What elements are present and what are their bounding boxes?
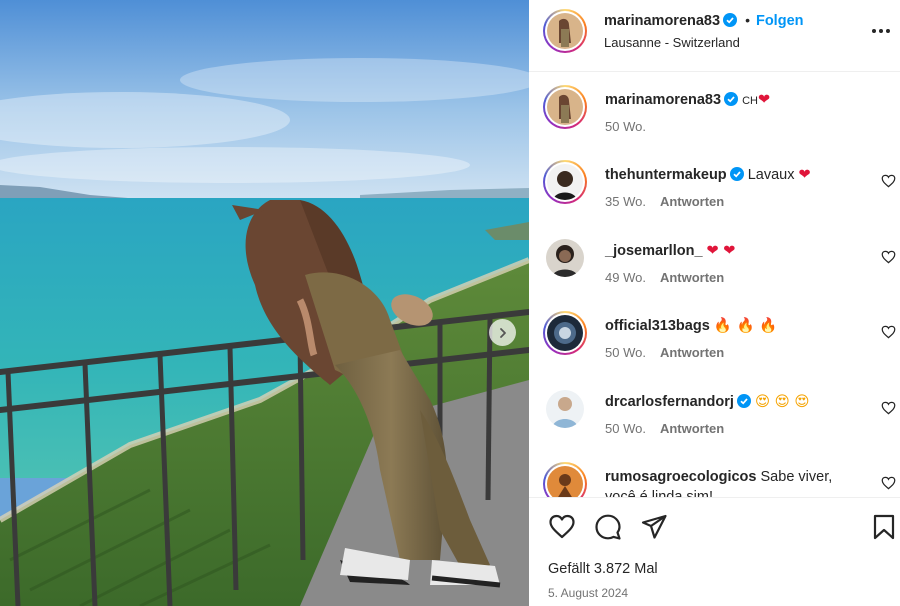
avatar[interactable] [543,311,587,355]
comment-time[interactable]: 49 Wo. [605,270,646,285]
follow-button[interactable]: Folgen [756,13,804,29]
post-photo[interactable] [0,0,529,606]
author-username[interactable]: marinamorena83 [604,13,720,29]
avatar[interactable] [546,239,584,277]
post-location[interactable]: Lausanne - Switzerland [604,35,740,50]
chevron-right-icon [499,327,506,338]
comments-list[interactable]: marinamorena83 CH❤ 50 Wo. thehuntermakeu… [529,72,900,497]
comment-emoji: 😍 😍 😍 [754,394,810,410]
comment-like-heart-icon[interactable] [881,476,896,490]
comment-meta: 50 Wo. Antworten [605,421,724,436]
likes-count[interactable]: Gefällt 3.872 Mal [548,561,658,577]
comment-text: thehuntermakeup Lavaux ❤ [605,165,864,185]
comment-meta: 50 Wo. [605,119,646,134]
verified-badge-icon [729,167,744,181]
verified-badge-icon [724,92,739,106]
comment-username[interactable]: _josemarllon_ [605,243,703,259]
comment-like-heart-icon[interactable] [881,174,896,188]
post-date[interactable]: 5. August 2024 [548,586,628,600]
post-header: marinamorena83 • Folgen Lausanne - Switzer… [529,0,900,72]
comment-body: CH [742,95,758,107]
post-actions: Gefällt 3.872 Mal 5. August 2024 [529,497,900,606]
author-avatar[interactable] [543,9,587,53]
verified-badge-icon [736,394,751,408]
comment-time[interactable]: 50 Wo. [605,119,646,134]
comment-meta: 35 Wo. Antworten [605,194,724,209]
comment-like-heart-icon[interactable] [881,325,896,339]
list-item: drcarlosfernandorj 😍 😍 😍 50 Wo. Antworten [529,387,900,447]
comment-meta: 50 Wo. Antworten [605,345,724,360]
reply-button[interactable]: Antworten [660,421,724,436]
reply-button[interactable]: Antworten [660,194,724,209]
comment-username[interactable]: rumosagroecologicos [605,469,756,485]
post-photo-scene [0,0,529,606]
comment-text: rumosagroecologicos Sabe viver, você é l… [605,467,864,497]
avatar[interactable] [543,160,587,204]
separator-dot: • [745,12,750,28]
comment-emoji: ❤ [798,167,811,183]
list-item: thehuntermakeup Lavaux ❤ 35 Wo. Antworten [529,160,900,220]
comment-username[interactable]: thehuntermakeup [605,167,727,183]
send-icon[interactable] [640,513,668,541]
reply-button[interactable]: Antworten [660,270,724,285]
comment-body: Lavaux [747,167,799,183]
post-header-row: marinamorena83 • Folgen [604,12,804,30]
comment-time[interactable]: 35 Wo. [605,194,646,209]
comment-time[interactable]: 50 Wo. [605,421,646,436]
comment-emoji: 🔥 🔥 🔥 [713,318,778,334]
next-photo-button[interactable] [489,319,516,346]
post-details-panel: marinamorena83 • Folgen Lausanne - Switzer… [529,0,900,606]
comment-text: marinamorena83 CH❤ [605,90,864,111]
comment-emoji: ❤ [757,92,771,108]
list-item: official313bags 🔥 🔥 🔥 50 Wo. Antworten [529,311,900,371]
list-item: _josemarllon_ ❤ ❤ 49 Wo. Antworten [529,236,900,296]
comment-username[interactable]: drcarlosfernandorj [605,394,734,410]
comment-like-heart-icon[interactable] [881,401,896,415]
comment-meta: 49 Wo. Antworten [605,270,724,285]
avatar[interactable] [543,85,587,129]
list-item: marinamorena83 CH❤ 50 Wo. [529,85,900,145]
reply-button[interactable]: Antworten [660,345,724,360]
heart-icon[interactable] [548,513,576,541]
comment-emoji: ❤ ❤ [706,243,736,259]
list-item: rumosagroecologicos Sabe viver, você é l… [529,462,900,497]
comment-like-heart-icon[interactable] [881,250,896,264]
comment-username[interactable]: official313bags [605,318,710,334]
more-horizontal-icon[interactable] [870,22,892,40]
avatar[interactable] [543,462,587,497]
comment-icon[interactable] [594,513,622,541]
bookmark-icon[interactable] [870,513,898,541]
comment-text: official313bags 🔥 🔥 🔥 [605,316,864,336]
comment-username[interactable]: marinamorena83 [605,92,721,108]
verified-badge-icon [723,13,738,27]
avatar[interactable] [546,390,584,428]
comment-text: drcarlosfernandorj 😍 😍 😍 [605,392,864,412]
comment-time[interactable]: 50 Wo. [605,345,646,360]
comment-text: _josemarllon_ ❤ ❤ [605,241,864,261]
